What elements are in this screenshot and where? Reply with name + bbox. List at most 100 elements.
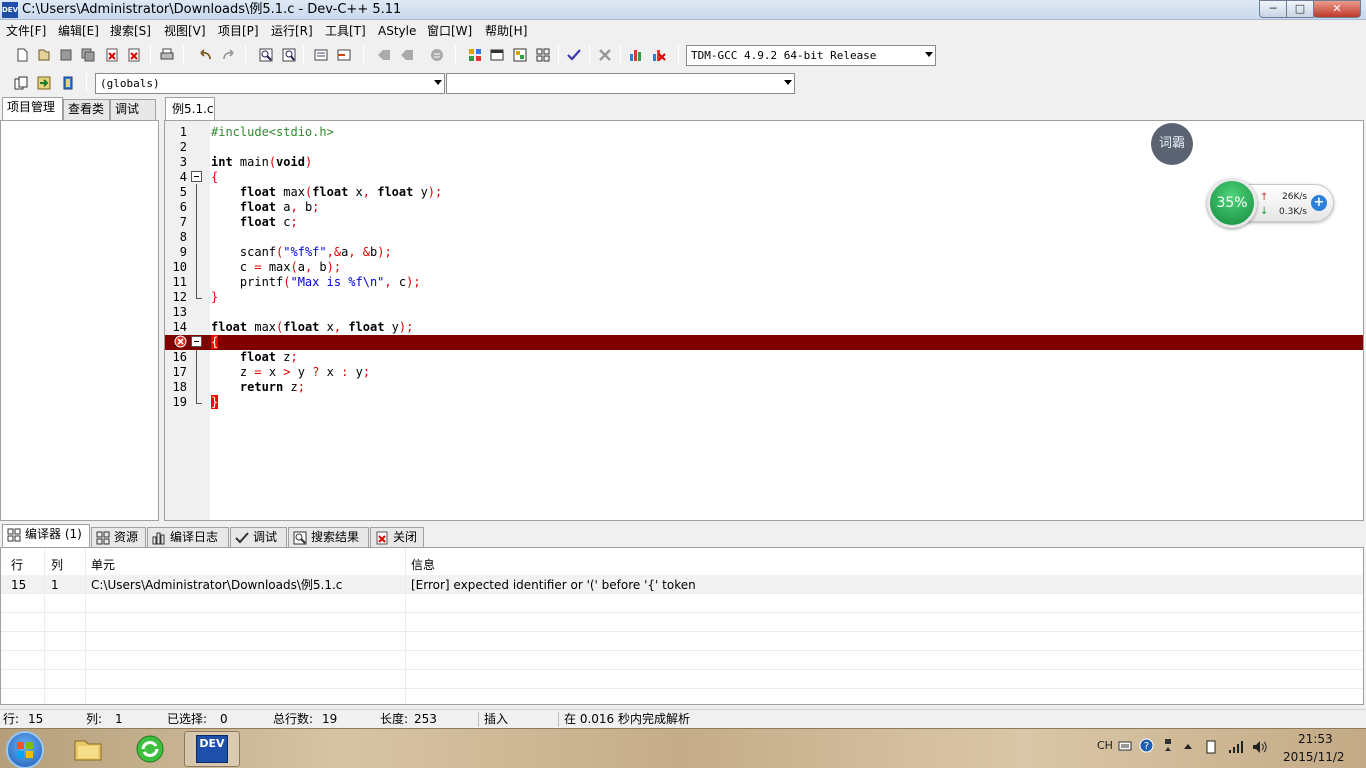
menu-help[interactable]: 帮助[H]: [485, 23, 527, 39]
code-line[interactable]: 13: [165, 305, 1363, 320]
syntax-check-button[interactable]: [564, 45, 584, 65]
ciba-dictionary-widget[interactable]: 词霸: [1151, 123, 1193, 165]
find-button[interactable]: [256, 45, 276, 65]
ime-options-icon[interactable]: [1163, 737, 1173, 755]
menu-search[interactable]: 搜索[S]: [110, 23, 151, 39]
volume-icon[interactable]: [1252, 740, 1268, 754]
code-line[interactable]: 4{: [165, 170, 1363, 185]
stop-execution-button[interactable]: [595, 45, 615, 65]
tab-search-results[interactable]: 搜索结果: [288, 527, 369, 548]
delete-profile-button[interactable]: [649, 45, 669, 65]
help-icon[interactable]: ?: [1139, 738, 1154, 753]
menu-astyle[interactable]: AStyle: [378, 23, 416, 39]
add-to-project-button[interactable]: [397, 45, 417, 65]
code-line[interactable]: 7 float c;: [165, 215, 1363, 230]
compile-button[interactable]: [465, 45, 485, 65]
header-row[interactable]: 行: [11, 556, 23, 573]
header-col[interactable]: 列: [51, 556, 63, 573]
keyboard-icon[interactable]: [1118, 740, 1132, 752]
code-line[interactable]: 9 scanf("%f%f",&a, &b);: [165, 245, 1363, 260]
minimize-button[interactable]: ─: [1259, 0, 1287, 18]
compile-run-button[interactable]: [510, 45, 530, 65]
code-token: float: [283, 320, 320, 334]
code-line[interactable]: 18 return z;: [165, 380, 1363, 395]
clock-date[interactable]: 2015/11/2: [1283, 750, 1345, 764]
code-line[interactable]: 16 float z;: [165, 350, 1363, 365]
header-unit[interactable]: 单元: [91, 556, 115, 573]
goto-line-button[interactable]: [311, 45, 331, 65]
plus-icon[interactable]: +: [1311, 195, 1327, 211]
menu-tools[interactable]: 工具[T]: [325, 23, 366, 39]
save-button[interactable]: [56, 45, 76, 65]
goto-definition-button[interactable]: [58, 73, 78, 93]
code-token: x: [319, 365, 342, 379]
code-line[interactable]: 11 printf("Max is %f\n", c);: [165, 275, 1363, 290]
tab-compile-log[interactable]: 编译日志: [147, 527, 229, 548]
code-line[interactable]: 8: [165, 230, 1363, 245]
new-project-button[interactable]: [374, 45, 394, 65]
line-code: int main(void): [211, 155, 312, 170]
menu-run[interactable]: 运行[R]: [271, 23, 313, 39]
code-token: ;: [297, 380, 305, 394]
new-file-button[interactable]: [12, 45, 32, 65]
undo-button[interactable]: [195, 45, 215, 65]
taskbar-browser[interactable]: [122, 731, 178, 767]
menu-project[interactable]: 项目[P]: [218, 23, 259, 39]
header-info[interactable]: 信息: [411, 556, 435, 573]
scope-select[interactable]: (globals): [95, 73, 445, 94]
tab-debug-output[interactable]: 调试: [230, 527, 287, 548]
taskbar-devcpp[interactable]: DEV: [184, 731, 240, 767]
tab-close[interactable]: 关闭: [370, 527, 424, 548]
clock-time[interactable]: 21:53: [1298, 732, 1333, 746]
code-line[interactable]: 6 float a, b;: [165, 200, 1363, 215]
project-options-button[interactable]: [427, 45, 447, 65]
code-line-error[interactable]: 15{: [165, 335, 1363, 350]
fold-toggle-max[interactable]: [191, 336, 202, 347]
line-number: 9: [179, 245, 187, 259]
menu-window[interactable]: 窗口[W]: [427, 23, 472, 39]
tab-debug[interactable]: 调试: [110, 99, 156, 120]
device-icon[interactable]: [1204, 739, 1218, 755]
fold-toggle-main[interactable]: [191, 171, 202, 182]
code-line[interactable]: 12}: [165, 290, 1363, 305]
close-all-button[interactable]: [124, 45, 144, 65]
rebuild-all-button[interactable]: [533, 45, 553, 65]
redo-button[interactable]: [219, 45, 239, 65]
goto-declaration-button[interactable]: [34, 73, 54, 93]
tab-compiler[interactable]: 编译器 (1): [2, 524, 90, 548]
tab-resources[interactable]: 资源: [91, 527, 146, 548]
code-line[interactable]: 10 c = max(a, b);: [165, 260, 1363, 275]
tab-class-view[interactable]: 查看类: [63, 99, 110, 120]
menu-file[interactable]: 文件[F]: [6, 23, 46, 39]
save-all-button[interactable]: [78, 45, 98, 65]
cpu-gauge[interactable]: 35%: [1207, 178, 1257, 228]
open-file-button[interactable]: [34, 45, 54, 65]
print-button[interactable]: [157, 45, 177, 65]
compiler-select[interactable]: TDM-GCC 4.9.2 64-bit Release: [686, 45, 936, 66]
menu-view[interactable]: 视图[V]: [164, 23, 206, 39]
code-token: {: [211, 170, 219, 184]
run-button[interactable]: [487, 45, 507, 65]
toggle-bookmark-button[interactable]: [334, 45, 354, 65]
code-line[interactable]: 5 float max(float x, float y);: [165, 185, 1363, 200]
ime-indicator[interactable]: CH: [1097, 739, 1113, 752]
replace-button[interactable]: [279, 45, 299, 65]
close-file-button[interactable]: [102, 45, 122, 65]
code-line[interactable]: 19}: [165, 395, 1363, 410]
code-line[interactable]: 17 z = x > y ? x : y;: [165, 365, 1363, 380]
taskbar-explorer[interactable]: [60, 731, 116, 767]
symbol-select[interactable]: [446, 73, 795, 94]
profile-button[interactable]: [626, 45, 646, 65]
show-hidden-icons-icon[interactable]: [1183, 742, 1193, 750]
close-button[interactable]: ✕: [1313, 0, 1361, 18]
start-button[interactable]: [6, 731, 44, 768]
editor-file-tab[interactable]: 例5.1.c: [165, 97, 215, 121]
maximize-button[interactable]: □: [1286, 0, 1314, 18]
insert-button[interactable]: [11, 73, 31, 93]
menu-edit[interactable]: 编辑[E]: [58, 23, 99, 39]
code-line[interactable]: 14 float max(float x, float y);: [165, 320, 1363, 335]
code-editor[interactable]: 1 #include<stdio.h> 2 3 int main(void) 4{5 fl…: [164, 120, 1364, 521]
chevron-down-icon: [784, 80, 792, 85]
tab-project-manager[interactable]: 项目管理: [2, 97, 63, 121]
network-signal-icon[interactable]: [1228, 741, 1244, 753]
